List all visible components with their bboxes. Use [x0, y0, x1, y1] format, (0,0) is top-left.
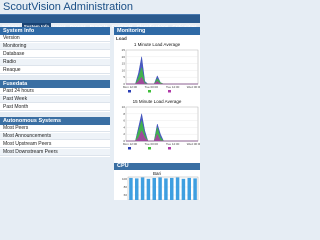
monitoring-header: Monitoring [114, 27, 200, 35]
y-tick-label: 80 [124, 185, 128, 189]
x-tick-label: Tue 12:00 [166, 85, 180, 89]
chart-1-title: 1 Minute Load Average [133, 42, 181, 47]
legend-swatch-2 [168, 90, 171, 93]
x-tick-label: Tue 12:00 [166, 142, 180, 146]
sidebar-item-database[interactable]: Database [0, 51, 110, 58]
x-tick-label: Mon 12:00 [123, 142, 138, 146]
chart-1min-load: 1 Minute Load Average 25 20 15 10 5 0 Mon 12:0… [114, 42, 200, 96]
top-nav: SettingsSystem InfoUsersGroupsProjectsCo… [0, 14, 200, 31]
system-info-header: System Info [0, 27, 110, 35]
autonomous-systems-header: Autonomous Systems [0, 117, 110, 125]
legend-swatch-0 [128, 147, 131, 150]
y-tick-label: 2 [123, 132, 125, 136]
y-tick-label: 60 [124, 193, 128, 197]
cpu-header: CPU [114, 163, 200, 170]
fusedata-list: Past 24 hours Past Week Past Month [0, 88, 110, 112]
bar [158, 177, 162, 200]
y-tick-label: 8 [123, 112, 125, 116]
legend-swatch-1 [148, 90, 151, 93]
bar [129, 177, 133, 200]
fusedata-header: Fusedata [0, 80, 110, 88]
y-tick-label: 5 [123, 75, 125, 79]
x-tick-label: Mon 12:00 [123, 85, 138, 89]
y-tick-label: 20 [122, 55, 126, 59]
legend-swatch-2 [168, 147, 171, 150]
sidebar-item-most-announcements[interactable]: Most Announcements [0, 133, 110, 140]
chart-2-title: 15 Minute Load Average [132, 99, 182, 104]
legend-swatch-0 [128, 90, 131, 93]
chart-15min-load: 15 Minute Load Average 10 8 6 4 2 0 Mon 12:00 T… [114, 99, 200, 153]
x-tick-label: Wed 00:00 [187, 142, 200, 146]
sidebar-item-reaque[interactable]: Reaque [0, 67, 110, 74]
bar [170, 177, 174, 200]
chart-3-svg: 100 80 60 [122, 176, 199, 200]
bar [146, 178, 151, 200]
sidebar-item-most-peers[interactable]: Most Peers [0, 125, 110, 132]
sidebar-item-past-month[interactable]: Past Month [0, 104, 110, 111]
y-tick-label: 10 [122, 105, 126, 109]
sidebar-item-monitoring[interactable]: Monitoring [0, 43, 110, 50]
bar [164, 178, 168, 200]
bar [175, 177, 180, 200]
x-tick-label: Wed 00:00 [187, 85, 200, 89]
system-info-list: Version Monitoring Database Radio Reaque [0, 35, 110, 75]
legend-swatch-1 [148, 147, 151, 150]
autonomous-systems-list: Most Peers Most Announcements Most Upstr… [0, 125, 110, 157]
chart-2-svg: 1086420Mon 12:00 Tue 00:00 Tue 12:00 Wed 00… [122, 105, 200, 150]
app-title: ScoutVision Administration [3, 1, 134, 13]
x-tick-label: Tue 00:00 [145, 142, 159, 146]
chart-1-svg: 2520151050Mon 12:00 Tue 00:00 Tue 12:00 Wed… [122, 48, 200, 93]
sidebar-item-past-24-hours[interactable]: Past 24 hours [0, 88, 110, 95]
bar [140, 177, 145, 200]
bar [187, 177, 191, 200]
sidebar-item-most-downstream-peers[interactable]: Most Downstream Peers [0, 149, 110, 156]
x-tick-label: Tue 00:00 [145, 85, 159, 89]
y-tick-label: 100 [122, 177, 127, 181]
sidebar-item-past-week[interactable]: Past Week [0, 96, 110, 103]
bar [193, 178, 197, 200]
chart-cpu: Bari 100 80 60 [114, 171, 200, 200]
bar [152, 177, 156, 200]
y-tick-label: 15 [122, 62, 126, 66]
y-tick-label: 25 [122, 48, 126, 52]
sidebar-item-most-upstream-peers[interactable]: Most Upstream Peers [0, 141, 110, 148]
sidebar-item-radio[interactable]: Radio [0, 59, 110, 66]
bar [135, 178, 139, 200]
y-tick-label: 10 [122, 68, 126, 72]
y-tick-label: 6 [123, 119, 125, 123]
y-tick-label: 4 [123, 125, 125, 129]
sidebar-item-version[interactable]: Version [0, 35, 110, 42]
bar [181, 178, 186, 200]
